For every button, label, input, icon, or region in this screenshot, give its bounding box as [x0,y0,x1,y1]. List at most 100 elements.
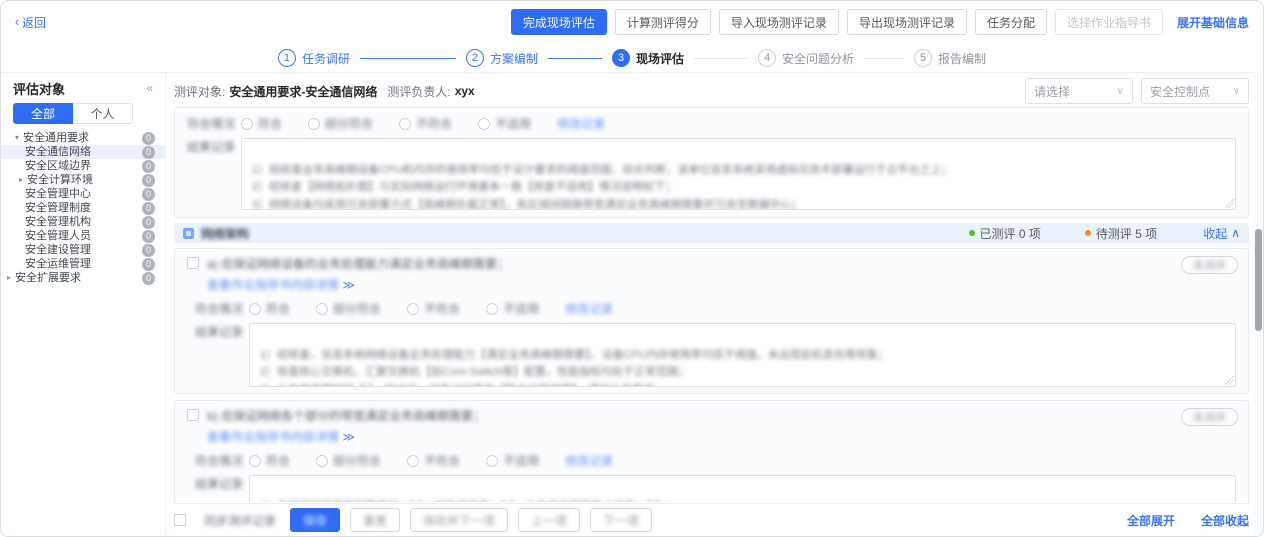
tree-item-management-org[interactable]: 安全管理机构 0 [1,215,165,229]
radio-nonconform[interactable]: 不符合 [399,115,452,132]
item-b-record-textarea[interactable]: 1）各网络链路带宽配置情况：【 】，链路使用率：【 】，业务高峰期带宽占用率：【… [249,475,1236,502]
radio-partial-conform[interactable]: 部分符合 [316,452,381,469]
radio-nonconform[interactable]: 不符合 [407,452,460,469]
sync-checkbox-label: 同步测评记录 [204,512,276,529]
step-plan-compile: 2 方案编制 [466,49,538,67]
select-guidebook-button[interactable]: 选择作业指导书 [1055,9,1163,35]
radio-icon [478,118,490,130]
caret-right-icon[interactable]: ▸ [15,173,27,187]
section-collapse-link[interactable]: 收起 ∧ [1203,225,1240,242]
chevron-down-icon: ∨ [1117,86,1124,97]
modify-record-link[interactable]: 修改记录 [565,452,613,469]
tree-item-management-center[interactable]: 安全管理中心 0 [1,187,165,201]
item-a-guide-link[interactable]: 查看作业指导书内容详情 ≫ [207,276,1236,293]
step-1-label: 任务调研 [302,50,350,67]
expand-all-link[interactable]: 全部展开 [1127,512,1175,529]
orange-dot-icon [1085,230,1091,236]
resize-handle[interactable] [1225,199,1234,208]
tab-all[interactable]: 全部 [13,103,73,124]
step-2-label: 方案编制 [490,50,538,67]
radio-icon [399,118,411,130]
item-a-status-pill[interactable]: 未测评 [1181,256,1238,274]
export-records-button[interactable]: 导出现场测评记录 [847,9,967,35]
filter-select[interactable]: 请选择 ∨ [1025,78,1133,104]
step-connector [864,58,904,59]
compliance-label: 符合情况 [195,452,249,469]
count-badge: 0 [142,244,155,257]
sync-checkbox[interactable] [174,514,186,526]
sidebar-collapse-icon[interactable]: « [146,81,153,95]
caret-down-icon[interactable]: ▾ [11,131,23,145]
radio-conform[interactable]: 符合 [241,115,282,132]
expand-base-info-link[interactable]: 展开基础信息 [1177,14,1249,31]
import-records-button[interactable]: 导入现场测评记录 [719,9,839,35]
tree-item-construction-mgmt[interactable]: 安全建设管理 0 [1,243,165,257]
collapse-up-icon: ∧ [1231,226,1240,240]
step-3-circle: 3 [612,49,630,67]
item-a-record-textarea[interactable]: 1）经核查，信息系统网络设备业务处理能力【满足业务高峰期需要】，设备CPU内存使… [249,323,1236,387]
calc-score-button[interactable]: 计算测评得分 [615,9,711,35]
finish-onsite-eval-button[interactable]: 完成现场评估 [511,9,607,35]
reset-button[interactable]: 重置 [350,508,400,532]
caret-right-icon[interactable]: ▸ [3,271,15,285]
item-b-checkbox[interactable] [187,409,199,421]
radio-not-applicable[interactable]: 不适用 [486,300,539,317]
scrollbar-thumb[interactable] [1255,229,1262,331]
item-b-radio-group: 符合 部分符合 不符合 不适用 修改记录 [249,452,613,469]
radio-partial-conform[interactable]: 部分符合 [316,300,381,317]
back-label: 返回 [22,14,46,31]
item-a-checkbox[interactable] [187,257,199,269]
step-4-label: 安全问题分析 [782,50,854,67]
task-assign-button[interactable]: 任务分配 [975,9,1047,35]
step-5-label: 报告编制 [938,50,986,67]
count-badge: 0 [142,258,155,271]
tree-item-management-system[interactable]: 安全管理制度 0 [1,201,165,215]
tree-item-management-personnel[interactable]: 安全管理人员 0 [1,229,165,243]
resize-handle[interactable] [1225,376,1234,385]
step-4-circle: 4 [758,49,776,67]
control-point-select[interactable]: 安全控制点 ∨ [1141,78,1249,104]
record-textarea[interactable]: 1）经核查业务高峰期设备CPU和内存的使用率均低于设计要求的阈值范围，综合判断，… [241,138,1236,210]
tree-item-extended-requirements[interactable]: ▸ 安全扩展要求 0 [1,271,165,285]
tree-item-computing-env[interactable]: ▸ 安全计算环境 0 [1,173,165,187]
save-and-next-button[interactable]: 保存并下一项 [410,508,508,532]
step-connector [694,58,748,59]
radio-conform[interactable]: 符合 [249,300,290,317]
item-b-status-pill[interactable]: 未测评 [1181,408,1238,426]
filter-selects: 请选择 ∨ 安全控制点 ∨ [1025,78,1249,104]
eval-item-b: b) 应保证网络各个部分的带宽满足业务高峰期需要； 查看作业指导书内容详情 ≫ … [174,400,1249,502]
sidebar-tabs: 全部 个人 [13,103,153,124]
content-scroll-area: 符合情况 符合 部分符合 不符合 不适用 修改记录 结果记录 1）经核查业务高峰… [174,107,1249,502]
save-button[interactable]: 保存 [290,508,340,532]
count-badge: 0 [142,146,155,159]
section-title: 网络架构 [201,225,249,242]
item-b-compliance-row: 符合情况 符合 部分符合 不符合 不适用 修改记录 [195,452,1236,469]
tree-item-operation-mgmt[interactable]: 安全运维管理 0 [1,257,165,271]
item-b-guide-link[interactable]: 查看作业指导书内容详情 ≫ [207,428,1236,445]
collapse-all-link[interactable]: 全部收起 [1201,512,1249,529]
prev-item-button[interactable]: 上一项 [518,508,580,532]
tree-item-communication-network[interactable]: 安全通信网络 0 [1,145,165,159]
compliance-label: 符合情况 [195,300,249,317]
back-button[interactable]: ‹ 返回 [15,14,46,31]
section-icon [183,228,194,239]
eval-leader-value: xyx [455,84,475,98]
count-badge: 0 [142,230,155,243]
compliance-row: 符合情况 符合 部分符合 不符合 不适用 修改记录 [187,115,1236,132]
tab-personal[interactable]: 个人 [73,103,133,124]
radio-icon [486,303,498,315]
radio-nonconform[interactable]: 不符合 [407,300,460,317]
radio-not-applicable[interactable]: 不适用 [486,452,539,469]
radio-icon [249,455,261,467]
sidebar-header: 评估对象 « [1,79,165,97]
tree-item-area-boundary[interactable]: 安全区域边界 0 [1,159,165,173]
eval-leader-label: 测评负责人: [387,83,450,100]
count-badge: 0 [142,216,155,229]
radio-conform[interactable]: 符合 [249,452,290,469]
modify-record-link[interactable]: 修改记录 [565,300,613,317]
next-item-button[interactable]: 下一项 [590,508,652,532]
modify-record-link[interactable]: 修改记录 [557,115,605,132]
radio-not-applicable[interactable]: 不适用 [478,115,531,132]
tree-item-general-requirements[interactable]: ▾ 安全通用要求 0 [1,131,165,145]
radio-partial-conform[interactable]: 部分符合 [308,115,373,132]
